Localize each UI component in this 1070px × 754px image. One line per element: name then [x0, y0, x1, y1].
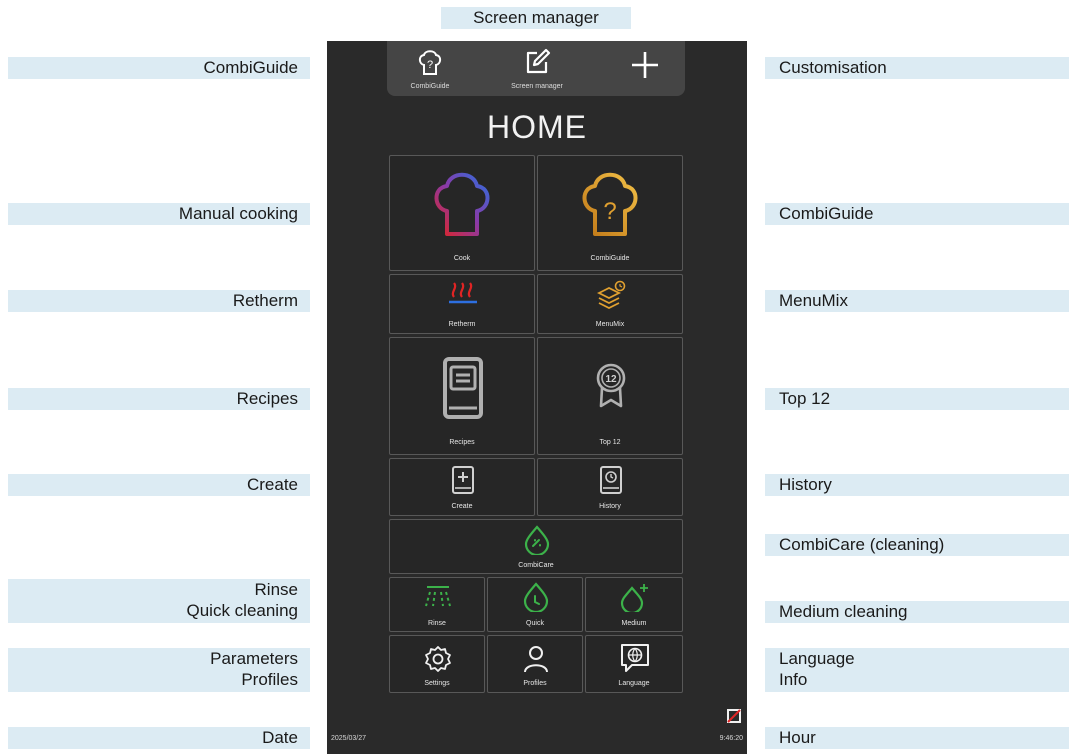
tile-top12-label: Top 12: [599, 439, 621, 446]
tile-rinse[interactable]: Rinse: [389, 577, 485, 632]
tile-retherm[interactable]: Retherm: [389, 274, 535, 334]
annotation-info: Info: [779, 670, 808, 689]
tile-recipes-label: Recipes: [449, 439, 475, 446]
screen-manager-button[interactable]: Screen manager: [507, 47, 567, 90]
tile-menumix-label: MenuMix: [595, 321, 625, 328]
gear-icon: [425, 646, 451, 672]
top12-badge-number: 12: [605, 374, 617, 385]
chef-hat-question-icon: ?: [582, 172, 638, 236]
svg-text:?: ?: [603, 198, 616, 225]
tile-history-label: History: [599, 503, 621, 510]
annotation-manual-cooking: Manual cooking: [8, 203, 310, 225]
tile-medium[interactable]: Medium: [585, 577, 683, 632]
quick-clean-drop-icon: [523, 582, 549, 612]
menumix-stack-icon: [596, 280, 626, 310]
tile-quick[interactable]: Quick: [487, 577, 583, 632]
tile-language[interactable]: Language: [585, 635, 683, 693]
no-image-icon[interactable]: [726, 708, 742, 724]
annotation-screen-manager: Screen manager: [441, 7, 631, 29]
tile-menumix[interactable]: MenuMix: [537, 274, 683, 334]
edit-icon: [526, 48, 551, 74]
annotation-quick-cleaning: Quick cleaning: [186, 601, 298, 620]
annotation-date: Date: [8, 727, 310, 749]
tile-rinse-label: Rinse: [428, 620, 446, 627]
annotation-retherm: Retherm: [8, 290, 310, 312]
tile-medium-label: Medium: [621, 620, 647, 627]
svg-text:?: ?: [427, 59, 433, 71]
tile-create[interactable]: Create: [389, 458, 535, 516]
time-display: 9:46:20: [719, 735, 743, 742]
screen-manager-label: Screen manager: [511, 83, 563, 90]
tile-profiles-label: Profiles: [523, 680, 547, 687]
annotation-profiles: Profiles: [241, 670, 298, 689]
date-display: 2025/03/27: [331, 735, 367, 742]
language-globe-icon: [621, 644, 649, 672]
tile-cook[interactable]: Cook: [389, 155, 535, 271]
medium-clean-drop-icon: [620, 584, 648, 612]
annotation-rinse: Rinse: [254, 580, 298, 599]
annotation-history: History: [765, 474, 1069, 496]
annotation-parameters: Parameters: [210, 649, 298, 668]
plus-icon: [632, 52, 658, 78]
annotation-combiguide-right: CombiGuide: [765, 203, 1069, 225]
top-bar: ? CombiGuide Screen manager: [387, 41, 685, 96]
tile-combiguide[interactable]: ? CombiGuide: [537, 155, 683, 271]
tile-profiles[interactable]: Profiles: [487, 635, 583, 693]
user-icon: [524, 646, 548, 673]
tile-retherm-label: Retherm: [448, 321, 476, 328]
tile-quick-label: Quick: [526, 620, 544, 627]
ribbon-badge-icon: 12: [596, 363, 626, 408]
tile-combiguide-label: CombiGuide: [590, 255, 630, 262]
tile-recipes[interactable]: Recipes: [389, 337, 535, 455]
tile-combicare[interactable]: CombiCare: [389, 519, 683, 574]
annotation-language: Language: [779, 649, 855, 668]
tile-create-label: Create: [451, 503, 473, 510]
create-book-icon: [452, 466, 474, 494]
annotation-top12: Top 12: [765, 388, 1069, 410]
annotation-combicare: CombiCare (cleaning): [765, 534, 1069, 556]
annotation-recipes: Recipes: [8, 388, 310, 410]
page-title: HOME: [487, 109, 587, 145]
combiguide-topbar-label: CombiGuide: [410, 83, 450, 90]
tile-cook-label: Cook: [453, 255, 471, 262]
annotation-create: Create: [8, 474, 310, 496]
rinse-spray-icon: [425, 586, 451, 607]
combiguide-topbar-button[interactable]: ? CombiGuide: [405, 47, 455, 90]
annotation-parameters-profiles: Parameters Profiles: [8, 648, 310, 692]
annotation-hour: Hour: [765, 727, 1069, 749]
annotation-medium-cleaning: Medium cleaning: [765, 601, 1069, 623]
annotation-rinse-quick: Rinse Quick cleaning: [8, 579, 310, 623]
history-book-icon: [600, 466, 622, 494]
chef-hat-question-icon: ?: [418, 50, 442, 75]
annotation-customisation: Customisation: [765, 57, 1069, 79]
tile-top12[interactable]: 12 Top 12: [537, 337, 683, 455]
tile-history[interactable]: History: [537, 458, 683, 516]
tile-language-label: Language: [618, 680, 650, 687]
retherm-waves-icon: [449, 282, 477, 304]
customisation-add-button[interactable]: [625, 49, 665, 86]
annotation-combiguide-left: CombiGuide: [8, 57, 310, 79]
tile-settings-label: Settings: [424, 680, 450, 687]
tile-combicare-label: CombiCare: [518, 562, 554, 569]
annotation-language-info: Language Info: [765, 648, 1069, 692]
annotation-menumix: MenuMix: [765, 290, 1069, 312]
recipe-book-icon: [443, 357, 483, 419]
combicare-drop-icon: [524, 525, 550, 555]
tile-settings[interactable]: Settings: [389, 635, 485, 693]
chef-hat-icon: [434, 172, 490, 236]
device-screen: ? CombiGuide Screen manager HOME Cook ? …: [327, 41, 747, 754]
